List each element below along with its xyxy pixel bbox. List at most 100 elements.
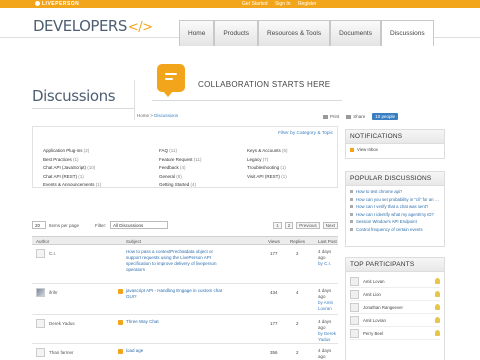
category-link[interactable]: Chat API (JavaScript) (10) <box>43 165 159 170</box>
brand-label: LIVEPERSON <box>42 1 80 7</box>
speech-bubble-icon <box>157 64 185 97</box>
participant-item[interactable]: Amit Lovran <box>350 314 440 327</box>
page-1-button[interactable]: 1 <box>273 222 282 229</box>
people-badge[interactable]: 10 people <box>372 113 399 120</box>
popular-discussion-item[interactable]: Control frequency of certain events <box>350 227 440 232</box>
breadcrumb-home[interactable]: Home <box>137 113 149 118</box>
category-name: Application Plug-ins <box>43 148 83 153</box>
participant-item[interactable]: Amit Lovan <box>350 275 440 288</box>
row-subject[interactable]: Three Way Chat <box>126 319 224 325</box>
print-button[interactable]: Print <box>323 114 339 119</box>
category-link[interactable]: Chat API (REST) (1) <box>43 174 159 179</box>
sign-in-link[interactable]: Sign In <box>275 1 291 7</box>
nav-tab-documents[interactable]: Documents <box>330 20 381 46</box>
divider <box>32 108 134 109</box>
popular-discussion-item[interactable]: How can I verify that a chat was sent? <box>350 204 440 209</box>
category-link[interactable]: Troubleshooting (1) <box>247 165 337 170</box>
category-link[interactable]: Keys & Accounts (6) <box>247 148 337 153</box>
row-author[interactable]: Derek Yadus <box>49 321 75 326</box>
popular-discussion-item[interactable]: How can I identify what my agent/my ID? <box>350 212 440 217</box>
previous-button[interactable]: Previous <box>296 222 320 229</box>
category-count: (4) <box>190 182 197 188</box>
nav-tab-discussions[interactable]: Discussions <box>380 20 434 46</box>
category-link[interactable]: General (8) <box>159 174 247 179</box>
category-link[interactable]: Best Practices (1) <box>43 157 159 162</box>
participant-item[interactable]: Jonathan Rangeever <box>350 301 440 314</box>
row-views: 177 <box>270 321 278 326</box>
nav-tab-resources[interactable]: Resources & Tools <box>258 20 331 46</box>
nav-tab-home[interactable]: Home <box>179 20 215 46</box>
row-subject[interactable]: How to pass a contextPrechatdata object … <box>126 249 224 273</box>
logo-text: DEVELOPERS <box>33 17 127 35</box>
category-link[interactable]: Feature Request (11) <box>159 157 247 162</box>
hero-title: COLLABORATION STARTS HERE <box>198 80 331 89</box>
participant-name: Perry Beel <box>363 330 384 336</box>
per-page-label: Items per page <box>49 223 80 228</box>
col-author[interactable]: Author <box>36 239 49 244</box>
participant-item[interactable]: Amit Lion <box>350 288 440 301</box>
col-replies[interactable]: Replies <box>290 239 305 244</box>
participant-name: Amit Lovran <box>363 317 386 323</box>
last-post-date: 4 days ago <box>318 319 332 330</box>
popular-list: How to test chrome api? How can you set p… <box>346 186 444 238</box>
row-views: 177 <box>270 251 278 256</box>
breadcrumb-current[interactable]: Discussions <box>154 113 178 118</box>
popular-discussions-panel: POPULAR DISCUSSIONS How to test chrome a… <box>345 171 445 247</box>
category-count: (1) <box>281 173 287 179</box>
page-2-button[interactable]: 2 <box>284 222 294 229</box>
category-count: (8) <box>176 173 182 179</box>
brand[interactable]: LIVEPERSON <box>35 1 79 7</box>
filter-category-link[interactable]: Filter by Category & Topic <box>278 131 333 136</box>
popular-discussion-item[interactable]: How can you set probability in "cli" for… <box>350 197 440 202</box>
popular-discussions-title: POPULAR DISCUSSIONS <box>346 172 444 186</box>
category-link[interactable]: Events & Announcements (1) <box>43 182 159 187</box>
table-row[interactable]: ifrihr javascript API - Handling Engage … <box>32 285 338 315</box>
category-link[interactable]: Getting Started (4) <box>159 182 247 187</box>
bullet-icon <box>350 212 353 216</box>
bullet-icon <box>350 190 353 193</box>
bubble-line <box>165 78 173 80</box>
popular-discussion-item[interactable]: Session Window's API Endpoint <box>350 219 440 224</box>
row-subject[interactable]: load age <box>126 348 224 354</box>
last-post-author[interactable]: by Derek Yadus <box>318 331 338 343</box>
last-post-author[interactable]: by Amit Lovran <box>318 300 338 312</box>
register-link[interactable]: Register <box>298 1 317 7</box>
row-author[interactable]: ifrihr <box>49 290 58 295</box>
developers-logo[interactable]: DEVELOPERS</> <box>33 17 153 35</box>
table-row[interactable]: Derek Yadus Three Way Chat 177 2 4 days … <box>32 316 338 344</box>
popular-discussion-item[interactable]: How to test chrome api? <box>350 189 440 194</box>
category-count: (2) <box>83 148 90 153</box>
discussion-filter-select[interactable]: All Discussions <box>110 221 168 229</box>
col-subject[interactable]: Subject <box>126 239 141 244</box>
col-last-post[interactable]: Last Post <box>318 239 337 244</box>
row-subject[interactable]: javascript API - Handling Engage in cust… <box>126 288 224 300</box>
inbox-icon <box>350 147 354 152</box>
category-link[interactable]: FAQ (11) <box>159 148 247 153</box>
participant-item[interactable]: Perry Beel <box>350 327 440 340</box>
row-views: 356 <box>270 350 278 355</box>
last-post-author[interactable]: by C.I. <box>318 261 338 267</box>
category-link[interactable] <box>247 182 337 187</box>
col-views[interactable]: Views <box>268 239 280 244</box>
top-participants-panel: TOP PARTICIPANTS Amit Lovan Amit Lion Jona… <box>345 257 445 360</box>
participant-name: Jonathan Rangeever <box>363 304 403 310</box>
table-row[interactable]: Than farmer load age 356 2 4 days ago <box>32 345 338 360</box>
row-author[interactable]: C.I. <box>49 251 56 256</box>
row-author[interactable]: Than farmer <box>49 350 74 355</box>
category-link[interactable]: Visit API (REST) (1) <box>247 174 337 179</box>
share-icon <box>346 114 352 119</box>
next-button[interactable]: Next <box>322 222 338 229</box>
row-replies: 2 <box>296 321 299 326</box>
table-row[interactable]: C.I. How to pass a contextPrechatdata ob… <box>32 246 338 284</box>
avatar <box>350 302 359 312</box>
nav-tab-products[interactable]: Products <box>214 20 258 46</box>
category-link[interactable]: Feedback (4) <box>159 165 247 170</box>
category-link[interactable]: Legacy (7) <box>247 157 337 162</box>
discussion-icon <box>118 349 123 354</box>
category-link[interactable]: Application Plug-ins (2) <box>43 148 159 153</box>
get-started-link[interactable]: Get Started <box>242 1 268 7</box>
category-count: (10) <box>87 165 96 171</box>
view-inbox-link[interactable]: View Inbox <box>350 147 440 152</box>
per-page-select[interactable]: 20 <box>32 221 46 229</box>
share-button[interactable]: Share <box>346 114 365 119</box>
